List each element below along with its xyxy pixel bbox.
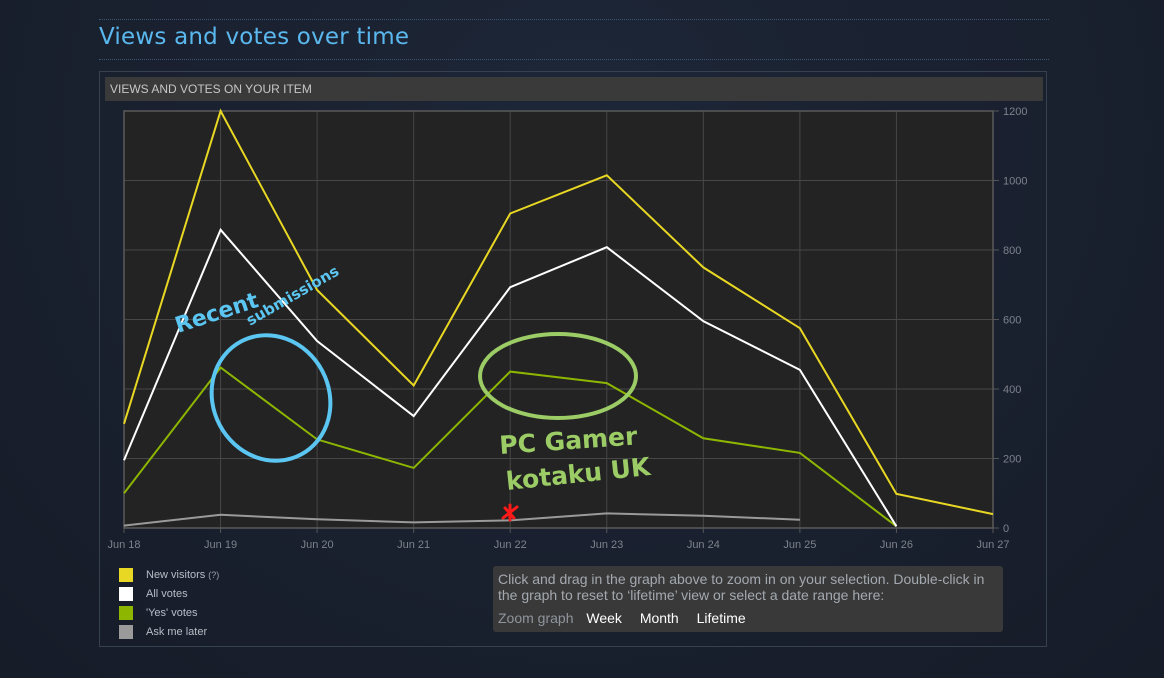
- legend-swatch: [119, 586, 133, 601]
- x-tick-label: Jun 18: [107, 539, 140, 551]
- help-icon[interactable]: (?): [208, 570, 219, 580]
- zoom-controls: Zoom graph Week Month Lifetime: [498, 610, 998, 626]
- y-tick-label: 1200: [1003, 106, 1027, 118]
- y-tick-label: 200: [1003, 454, 1021, 466]
- zoom-week-link[interactable]: Week: [586, 610, 622, 626]
- y-tick-label: 400: [1003, 384, 1021, 396]
- x-tick-label: Jun 23: [590, 539, 623, 551]
- x-tick-label: Jun 19: [204, 539, 237, 551]
- legend-swatch: [119, 567, 133, 582]
- chart-legend: New visitors (?) All votes 'Yes' votes A…: [119, 565, 219, 641]
- legend-swatch: [119, 605, 133, 620]
- legend-label: Ask me later: [146, 625, 208, 638]
- legend-swatch: [119, 624, 133, 639]
- legend-label: 'Yes' votes: [146, 606, 198, 619]
- legend-label: New visitors: [146, 568, 206, 581]
- x-tick-label: Jun 25: [783, 539, 816, 551]
- x-tick-label: Jun 24: [687, 539, 720, 551]
- legend-item-new-visitors: New visitors (?): [119, 565, 219, 584]
- zoom-month-link[interactable]: Month: [640, 610, 679, 626]
- legend-label: All votes: [146, 587, 188, 600]
- y-tick-label: 1000: [1003, 176, 1027, 188]
- y-tick-label: 600: [1003, 315, 1021, 327]
- x-tick-label: Jun 22: [494, 539, 527, 551]
- y-tick-label: 800: [1003, 245, 1021, 257]
- zoom-graph-label: Zoom graph: [498, 610, 574, 626]
- legend-item-all-votes: All votes: [119, 584, 219, 603]
- x-tick-label: Jun 21: [397, 539, 430, 551]
- zoom-description: Click and drag in the graph above to zoo…: [498, 571, 985, 603]
- zoom-lifetime-link[interactable]: Lifetime: [697, 610, 746, 626]
- x-tick-label: Jun 27: [976, 539, 1009, 551]
- x-tick-label: Jun 26: [880, 539, 913, 551]
- legend-item-yes-votes: 'Yes' votes: [119, 603, 219, 622]
- x-tick-label: Jun 20: [301, 539, 334, 551]
- zoom-panel: Click and drag in the graph above to zoo…: [493, 566, 1003, 632]
- legend-item-ask-me-later: Ask me later: [119, 622, 219, 641]
- y-tick-label: 0: [1003, 523, 1009, 535]
